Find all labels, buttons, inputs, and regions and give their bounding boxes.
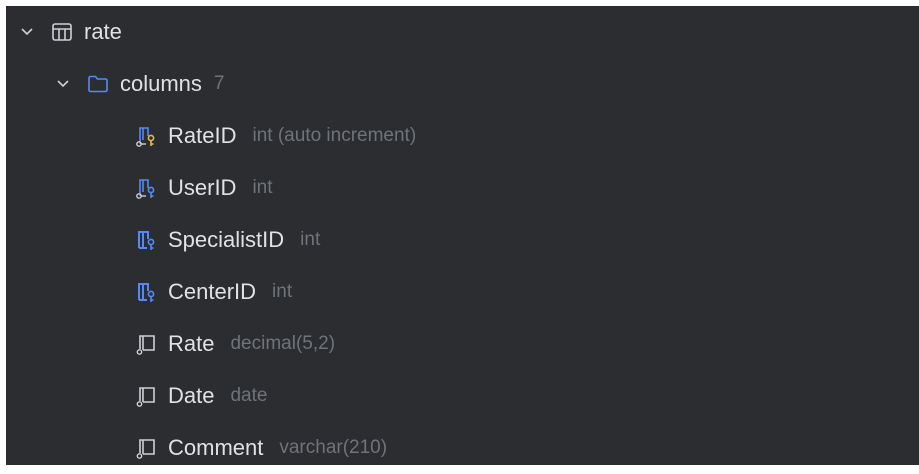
column-count: 7 [213,73,225,94]
column-type: int [252,177,273,198]
column-row[interactable]: Date date [6,370,919,422]
column-name: Comment [168,435,264,460]
column-name: RateID [168,123,237,148]
chevron-down-icon[interactable] [18,23,36,41]
column-type: int [272,281,293,302]
column-icon [136,335,155,355]
column-name: SpecialistID [168,227,285,252]
column-type: int [300,229,321,250]
column-name: Rate [168,331,215,356]
database-tree-panel: rate columns 7 RateID int (auto incremen… [6,6,919,465]
column-icon [136,439,155,459]
folder-icon [88,75,108,93]
column-name: Date [168,383,215,408]
column-type: date [230,385,268,406]
column-row[interactable]: CenterID int [6,266,919,318]
column-name: UserID [168,175,237,200]
foreign-key-column-icon [138,231,155,250]
group-name: columns [120,71,202,96]
column-type: decimal(5,2) [230,333,336,354]
column-row[interactable]: Comment varchar(210) [6,422,919,474]
column-row[interactable]: RateID int (auto increment) [6,110,919,162]
table-icon [52,23,72,41]
tree-node-table[interactable]: rate [6,6,919,58]
column-name: CenterID [168,279,257,304]
column-type: varchar(210) [279,437,388,458]
primary-key-column-icon [136,179,155,199]
foreign-key-column-icon [138,283,155,302]
tree-node-columns[interactable]: columns 7 [6,58,919,110]
column-row[interactable]: UserID int [6,162,919,214]
column-row[interactable]: SpecialistID int [6,214,919,266]
chevron-down-icon[interactable] [54,75,72,93]
column-row[interactable]: Rate decimal(5,2) [6,318,919,370]
table-name: rate [84,19,122,44]
column-icon [136,387,155,407]
primary-key-column-icon [136,127,155,147]
column-type: int (auto increment) [252,125,417,146]
